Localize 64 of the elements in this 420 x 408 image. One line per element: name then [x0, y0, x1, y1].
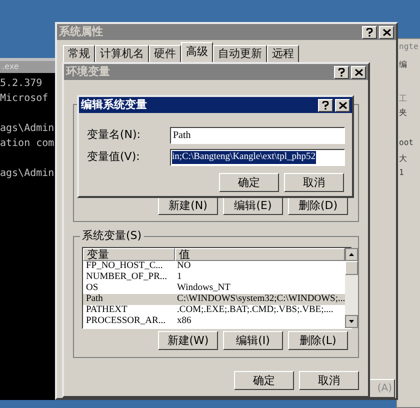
dialog-button[interactable]: 新建(W) [158, 331, 218, 350]
tab[interactable]: 硬件 [149, 45, 181, 62]
window-title: 环境变量 [66, 64, 110, 80]
column-header[interactable]: 值 [175, 248, 346, 261]
variable-value: .COM;.EXE;.BAT;.CMD;.VBS;.VBE;.... [176, 305, 334, 316]
variable-name: FP_NO_HOST_C... [85, 261, 164, 272]
variable-name: PATHEXT [85, 305, 128, 316]
variable-name: PROCESSOR_AR... [85, 316, 166, 327]
tab[interactable]: 常规 [63, 45, 95, 62]
tab[interactable]: 自动更新 [213, 45, 267, 62]
value-field[interactable]: in;C:\Bangteng\Kangle\ext\tpl_php52 [170, 149, 345, 166]
window-text: oot [399, 137, 414, 149]
field-label: 变量名(N): [87, 127, 142, 144]
window-text: 1 [399, 167, 404, 179]
list-row[interactable]: Path C:\WINDOWS\system32;C:\WINDOWS;... [83, 294, 346, 305]
variable-value: x86 [176, 316, 192, 327]
variable-value: C:\WINDOWS\system32;C:\WINDOWS;... [176, 294, 346, 305]
close-button[interactable] [379, 26, 394, 38]
dialog-button[interactable]: 取消 [299, 371, 359, 390]
scroll-up-icon[interactable] [345, 248, 358, 261]
console-line: Microsof [0, 92, 48, 106]
window-text: 编 [399, 59, 407, 71]
window-text: 大 [399, 153, 407, 165]
close-button[interactable] [335, 98, 350, 112]
variable-name: NUMBER_OF_PR... [85, 272, 168, 283]
dialog-button[interactable]: 编辑(I) [223, 331, 283, 350]
window-title: 编辑系统变量 [81, 96, 147, 113]
dialog-button[interactable]: 取消 [284, 173, 344, 192]
scroll-down-icon[interactable] [345, 315, 358, 328]
variable-value: NO [176, 261, 191, 272]
dialog-button[interactable]: 删除(L) [288, 331, 348, 350]
variable-value: 1 [176, 272, 182, 283]
column-header[interactable]: 变量 [83, 248, 175, 261]
scroll-thumb[interactable] [345, 261, 358, 275]
window-text: 工 [399, 93, 407, 105]
console-line: ags\Admin [0, 167, 54, 181]
console-line: ation com [0, 137, 54, 151]
variable-name: Path [85, 294, 104, 305]
window-text: 夹 [399, 107, 407, 119]
console-line: ags\Admin [0, 122, 54, 136]
field-label: 变量值(V): [87, 149, 141, 166]
help-icon [338, 68, 345, 76]
variable-name: OS [85, 283, 100, 294]
variable-value: Windows_NT [176, 283, 230, 294]
close-icon [338, 102, 346, 108]
dialog-button[interactable]: 确定 [219, 173, 279, 192]
window-text: ngte [399, 41, 418, 53]
close-button[interactable] [351, 66, 366, 78]
help-button[interactable] [362, 26, 377, 38]
name-field[interactable]: Path [170, 127, 345, 144]
scrollbar[interactable] [345, 248, 358, 328]
console-line: 5.2.379 [0, 77, 42, 91]
close-icon [354, 68, 362, 76]
window-title: 系统属性 [59, 24, 103, 40]
window-title: .exe [2, 63, 19, 71]
help-icon [322, 100, 329, 110]
close-icon [382, 28, 390, 36]
help-icon [366, 28, 373, 36]
tab[interactable]: 高级 [181, 42, 213, 62]
help-button[interactable] [318, 98, 333, 112]
tab[interactable]: 计算机名 [95, 45, 149, 62]
dialog-button[interactable]: 确定 [234, 371, 294, 390]
tab[interactable]: 远程 [267, 45, 299, 62]
help-button[interactable] [334, 66, 349, 78]
